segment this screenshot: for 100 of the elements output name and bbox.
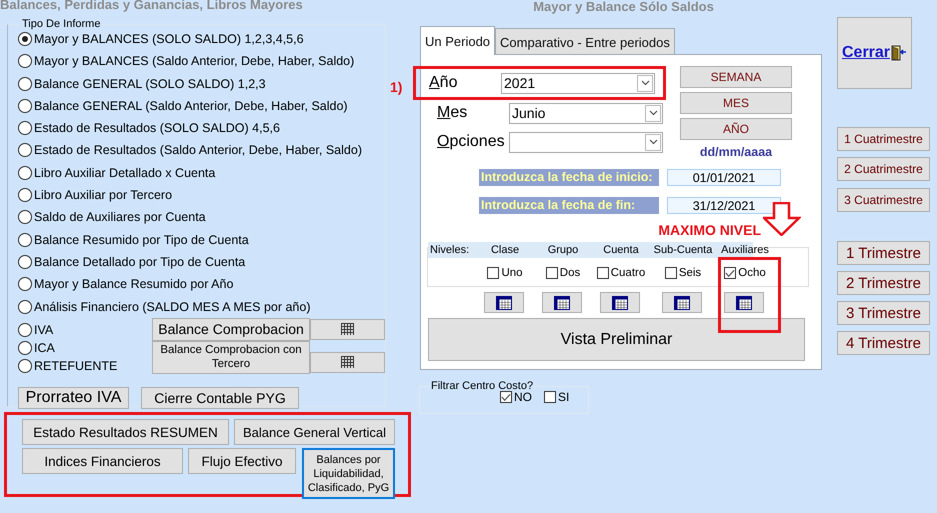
field-label: Mes bbox=[437, 104, 468, 122]
period-button[interactable]: 1 Trimestre bbox=[837, 241, 930, 265]
period-button[interactable]: 1 Cuatrimestre bbox=[837, 127, 930, 151]
radio-label: Estado de Resultados (Saldo Anterior, Debe, Haber, Saldo) bbox=[34, 143, 362, 158]
dropdown[interactable]: Junio bbox=[509, 102, 663, 124]
radio-label: Balance GENERAL (Saldo Anterior, Debe, Haber, Saldo) bbox=[34, 98, 348, 113]
grid-button[interactable] bbox=[310, 352, 385, 373]
radio-label: ICA bbox=[34, 340, 55, 355]
levels-label: Niveles: bbox=[429, 244, 470, 256]
report-button[interactable]: Balance General Vertical bbox=[234, 419, 395, 445]
radio-button[interactable] bbox=[18, 143, 32, 158]
column-header: Auxiliares bbox=[720, 244, 770, 256]
radio-label: Saldo de Auxiliares por Cuenta bbox=[34, 210, 206, 224]
radio-button[interactable] bbox=[18, 322, 32, 337]
grid-icon bbox=[341, 323, 354, 336]
radio-button[interactable] bbox=[18, 166, 32, 180]
radio-label: Mayor y BALANCES (Saldo Anterior, Debe, Haber, Saldo) bbox=[34, 54, 354, 68]
table-icon bbox=[612, 296, 628, 310]
period-button[interactable]: AÑO bbox=[680, 118, 792, 140]
checkbox-label: Dos bbox=[560, 267, 580, 279]
report-button[interactable]: Flujo Efectivo bbox=[188, 448, 296, 474]
column-header: Clase bbox=[490, 244, 520, 256]
field-label: Año bbox=[429, 74, 458, 92]
date-field[interactable]: 01/01/2021 bbox=[667, 169, 781, 186]
caret-icon bbox=[645, 134, 661, 150]
action-button[interactable]: Prorrateo IVA bbox=[18, 386, 129, 409]
radio-button[interactable] bbox=[18, 188, 32, 202]
radio-button[interactable] bbox=[18, 76, 32, 91]
radio-button[interactable] bbox=[18, 98, 32, 113]
radio-button[interactable] bbox=[18, 277, 32, 292]
column-header: Cuenta bbox=[602, 244, 640, 256]
checkbox[interactable] bbox=[664, 267, 677, 279]
radio-label: Libro Auxiliar por Tercero bbox=[34, 188, 172, 202]
table-icon bbox=[736, 296, 752, 310]
checkbox-label: SI bbox=[558, 390, 570, 404]
table-button[interactable] bbox=[484, 292, 524, 313]
checkbox[interactable] bbox=[487, 267, 500, 279]
radio-button[interactable] bbox=[18, 232, 32, 247]
checkbox-label: NO bbox=[514, 390, 532, 404]
date-label: Introduzca la fecha de inicio: bbox=[479, 169, 659, 186]
period-button[interactable]: 4 Trimestre bbox=[837, 331, 930, 355]
report-button[interactable]: Estado Resultados RESUMEN bbox=[22, 419, 229, 445]
radio-label: Libro Auxiliar Detallado x Cuenta bbox=[34, 166, 216, 180]
date-format-hint: dd/mm/aaaa bbox=[698, 145, 774, 159]
checkbox[interactable] bbox=[724, 267, 736, 279]
tab[interactable]: Comparativo - Entre periodos bbox=[495, 28, 675, 55]
table-button[interactable] bbox=[724, 292, 764, 313]
down-arrow-icon bbox=[763, 202, 801, 236]
group-legend: Filtrar Centro Costo? bbox=[430, 380, 534, 392]
column-header: Grupo bbox=[546, 244, 580, 256]
period-button[interactable]: SEMANA bbox=[680, 66, 792, 88]
table-icon bbox=[554, 296, 570, 310]
checkbox[interactable] bbox=[596, 267, 609, 279]
checkbox[interactable] bbox=[500, 391, 512, 403]
checkbox-label: Ocho bbox=[738, 267, 766, 279]
date-label: Introduzca la fecha de fin: bbox=[479, 197, 659, 214]
dropdown[interactable]: 2021 bbox=[501, 72, 655, 94]
annotation-text: MAXIMO NIVEL bbox=[658, 222, 761, 238]
report-button[interactable]: Indices Financieros bbox=[22, 448, 183, 474]
action-button[interactable]: Cierre Contable PYG bbox=[141, 386, 299, 409]
radio-button[interactable] bbox=[18, 54, 32, 68]
radio-label: RETEFUENTE bbox=[34, 358, 118, 373]
radio-button[interactable] bbox=[18, 121, 32, 136]
checkbox[interactable] bbox=[546, 267, 558, 279]
period-button[interactable]: 3 Trimestre bbox=[837, 301, 930, 325]
preview-button[interactable]: Vista Preliminar bbox=[428, 318, 805, 361]
period-button[interactable]: MES bbox=[680, 92, 792, 114]
period-button[interactable]: 3 Cuatrimestre bbox=[837, 188, 930, 212]
report-button[interactable]: Balances por Liquidabilidad, Clasificado, PyG bbox=[302, 448, 395, 499]
table-button[interactable] bbox=[662, 292, 702, 313]
grid-button[interactable] bbox=[310, 318, 385, 340]
annotation-number: 1) bbox=[390, 79, 402, 95]
checkbox-label: Uno bbox=[501, 267, 523, 279]
group-legend: Tipo De Informe bbox=[20, 18, 102, 30]
radio-label: Balance Detallado por Tipo de Cuenta bbox=[34, 254, 246, 269]
tab[interactable]: Un Periodo bbox=[420, 26, 496, 55]
radio-button[interactable] bbox=[18, 254, 32, 269]
exit-door-icon bbox=[891, 45, 908, 61]
radio-label: Balance Resumido por Tipo de Cuenta bbox=[34, 232, 249, 247]
trial-balance-button[interactable]: Balance Comprobacion bbox=[152, 318, 310, 341]
caret-icon bbox=[637, 74, 653, 92]
checkbox-label: Cuatro bbox=[610, 267, 646, 279]
radio-button[interactable] bbox=[18, 340, 32, 355]
close-button[interactable]: Cerrar bbox=[837, 17, 912, 89]
radio-button[interactable] bbox=[18, 210, 32, 224]
radio-label: Análisis Financiero (SALDO MES A MES por año) bbox=[34, 300, 311, 314]
radio-button[interactable] bbox=[18, 358, 32, 373]
radio-button[interactable] bbox=[18, 300, 32, 314]
grid-icon bbox=[341, 356, 354, 368]
table-button[interactable] bbox=[542, 292, 582, 313]
period-button[interactable]: 2 Cuatrimestre bbox=[837, 157, 930, 181]
trial-balance-button[interactable]: Balance Comprobacion con Tercero bbox=[152, 340, 310, 374]
radio-label: Estado de Resultados (SOLO SALDO) 4,5,6 bbox=[34, 121, 280, 136]
table-icon bbox=[496, 296, 512, 310]
period-button[interactable]: 2 Trimestre bbox=[837, 271, 930, 295]
radio-button[interactable] bbox=[18, 32, 32, 46]
table-button[interactable] bbox=[600, 292, 640, 313]
radio-label: Mayor y BALANCES (SOLO SALDO) 1,2,3,4,5,6 bbox=[34, 32, 304, 46]
checkbox[interactable] bbox=[544, 391, 556, 403]
date-field[interactable]: 31/12/2021 bbox=[667, 197, 781, 214]
